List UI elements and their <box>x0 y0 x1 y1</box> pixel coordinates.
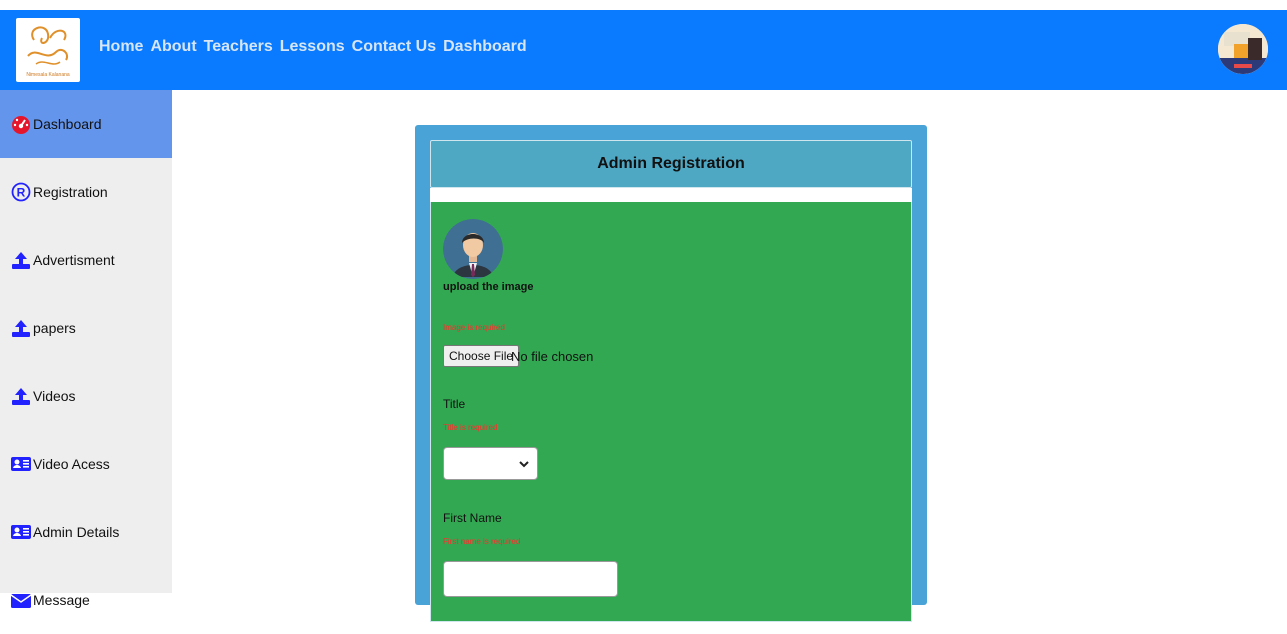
site-logo[interactable]: Nimesala Kalanana <box>16 18 80 82</box>
form-header: Admin Registration <box>430 140 912 188</box>
sidebar-item-label: Admin Details <box>33 524 120 540</box>
envelope-icon <box>10 590 32 610</box>
image-error: Image is required <box>443 323 505 332</box>
upload-image-label: upload the image <box>443 281 534 293</box>
upload-icon <box>10 318 32 338</box>
nav-home-link[interactable]: Home <box>99 38 143 56</box>
first-name-input[interactable] <box>443 561 618 597</box>
sidebar-item-videos[interactable]: Videos <box>0 362 172 430</box>
upload-icon <box>10 386 32 406</box>
sidebar-item-label: Advertisment <box>33 252 115 268</box>
profile-image-preview <box>443 219 503 279</box>
sidebar-item-label: papers <box>33 320 76 336</box>
sidebar-item-video-acess[interactable]: Video Acess <box>0 430 172 498</box>
chevron-down-icon <box>519 461 529 468</box>
nav-contact-link[interactable]: Contact Us <box>352 38 436 56</box>
admin-registration-panel: Admin Registration upload the image Imag… <box>415 125 927 622</box>
sidebar-item-label: Registration <box>33 184 108 200</box>
id-card-icon <box>10 522 32 542</box>
sidebar-item-label: Dashboard <box>33 116 102 132</box>
choose-file-button[interactable]: Choose File <box>443 345 520 367</box>
first-name-label: First Name <box>443 511 502 525</box>
logo-text: Nimesala Kalanana <box>26 72 70 78</box>
registration-form: upload the image Image is required Choos… <box>430 202 912 622</box>
file-status: No file chosen <box>511 349 594 364</box>
nav-dashboard-link[interactable]: Dashboard <box>443 38 527 56</box>
sidebar: Dashboard R Registration Advertisment pa… <box>0 90 172 608</box>
nav-lessons-link[interactable]: Lessons <box>280 38 345 56</box>
nav-about-link[interactable]: About <box>150 38 196 56</box>
registered-icon: R <box>10 182 32 202</box>
sidebar-item-papers[interactable]: papers <box>0 294 172 362</box>
upload-icon <box>10 250 32 270</box>
svg-text:R: R <box>17 186 26 200</box>
sidebar-item-dashboard[interactable]: Dashboard <box>0 90 172 158</box>
title-select[interactable] <box>443 447 538 480</box>
user-avatar[interactable] <box>1218 24 1268 74</box>
title-label: Title <box>443 397 466 411</box>
sidebar-item-message[interactable]: Message <box>0 566 172 634</box>
sidebar-item-registration[interactable]: R Registration <box>0 158 172 226</box>
main-nav: Home About Teachers Lessons Contact Us D… <box>99 38 534 56</box>
sidebar-item-advertisment[interactable]: Advertisment <box>0 226 172 294</box>
nav-teachers-link[interactable]: Teachers <box>204 38 273 56</box>
first-name-error: First name is required <box>443 537 521 546</box>
top-navbar: Nimesala Kalanana Home About Teachers Le… <box>0 10 1287 90</box>
form-title: Admin Registration <box>597 155 745 172</box>
id-card-icon <box>10 454 32 474</box>
speedometer-icon <box>10 114 32 134</box>
title-error: Title is required <box>443 423 498 432</box>
divider <box>430 188 912 202</box>
sidebar-item-label: Videos <box>33 388 76 404</box>
sidebar-item-admin-details[interactable]: Admin Details <box>0 498 172 566</box>
sidebar-item-label: Video Acess <box>33 456 110 472</box>
sidebar-item-label: Message <box>33 592 90 608</box>
